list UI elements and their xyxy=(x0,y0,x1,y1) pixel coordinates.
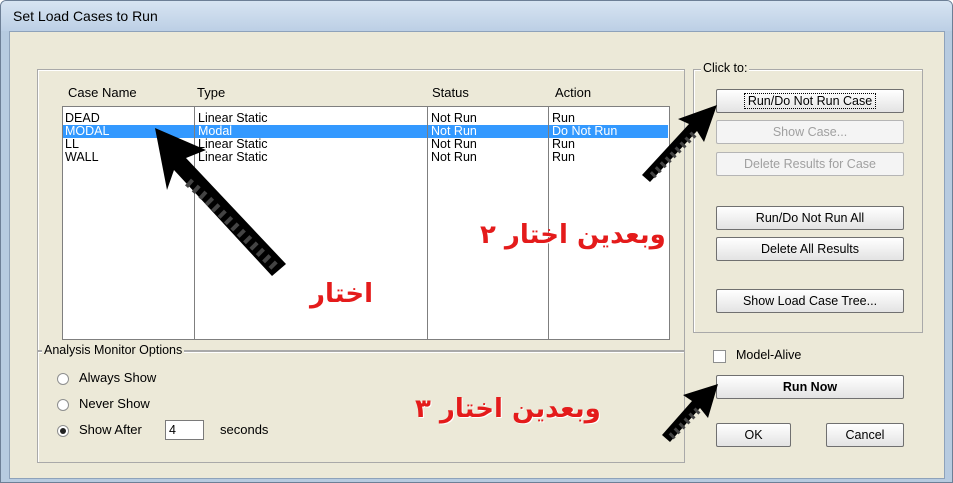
dialog-window: Set Load Cases to Run Case Name Type Sta… xyxy=(0,0,953,483)
window-title: Set Load Cases to Run xyxy=(13,8,158,24)
annotation-arrows xyxy=(155,105,718,442)
title-bar[interactable]: Set Load Cases to Run xyxy=(1,1,952,31)
arrow-icon xyxy=(642,105,717,182)
arrow-icon xyxy=(662,384,718,442)
dialog-body: Case Name Type Status Action DEAD Linear… xyxy=(9,31,945,479)
arrow-icon xyxy=(155,128,286,276)
